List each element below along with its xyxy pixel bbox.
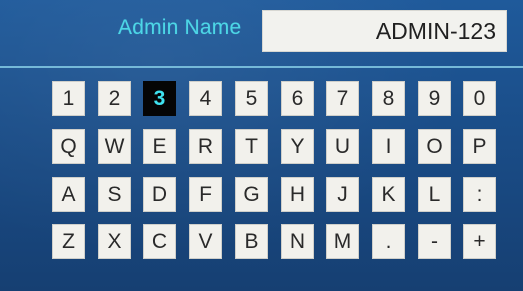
key-plus[interactable]: +	[463, 224, 496, 259]
key-n[interactable]: N	[281, 224, 314, 259]
key-q[interactable]: Q	[52, 129, 85, 164]
key-l[interactable]: L	[418, 177, 451, 212]
on-screen-keyboard: 1 2 3 4 5 6 7 8 9 0 Q W E R T Y U I O P A S D F G H J K L: Z X C V B N M. - +	[52, 81, 507, 281]
key-h[interactable]: H	[281, 177, 314, 212]
key-t[interactable]: T	[235, 129, 268, 164]
key-e[interactable]: E	[143, 129, 176, 164]
key-m[interactable]: M	[326, 224, 359, 259]
key-o[interactable]: O	[418, 129, 451, 164]
key-x[interactable]: X	[98, 224, 131, 259]
key-2[interactable]: 2	[98, 81, 131, 116]
key-7[interactable]: 7	[326, 81, 359, 116]
key-3[interactable]: 3	[143, 81, 176, 116]
key-v[interactable]: V	[189, 224, 222, 259]
key-p[interactable]: P	[463, 129, 496, 164]
key-u[interactable]: U	[326, 129, 359, 164]
key-0[interactable]: 0	[463, 81, 496, 116]
key-minus[interactable]: -	[418, 224, 451, 259]
key-5[interactable]: 5	[235, 81, 268, 116]
key-i[interactable]: I	[372, 129, 405, 164]
key-j[interactable]: J	[326, 177, 359, 212]
key-f[interactable]: F	[189, 177, 222, 212]
key-1[interactable]: 1	[52, 81, 85, 116]
key-k[interactable]: K	[372, 177, 405, 212]
key-w[interactable]: W	[98, 129, 131, 164]
key-c[interactable]: C	[143, 224, 176, 259]
key-6[interactable]: 6	[281, 81, 314, 116]
header-divider	[0, 66, 523, 68]
key-a[interactable]: A	[52, 177, 85, 212]
key-9[interactable]: 9	[418, 81, 451, 116]
key-colon[interactable]: :	[463, 177, 496, 212]
key-d[interactable]: D	[143, 177, 176, 212]
key-r[interactable]: R	[189, 129, 222, 164]
key-4[interactable]: 4	[189, 81, 222, 116]
admin-name-entry-screen: Admin Name ADMIN-123 1234567890 QWERTYUIO…	[0, 0, 523, 291]
admin-name-label: Admin Name	[118, 16, 242, 39]
key-z[interactable]: Z	[52, 224, 85, 259]
key-b[interactable]: B	[235, 224, 268, 259]
key-8[interactable]: 8	[372, 81, 405, 116]
key-g[interactable]: G	[235, 177, 268, 212]
key-s[interactable]: S	[98, 177, 131, 212]
header: Admin Name ADMIN-123	[0, 0, 523, 66]
key-period[interactable]: .	[372, 224, 405, 259]
admin-name-field[interactable]: ADMIN-123	[262, 10, 507, 52]
key-y[interactable]: Y	[281, 129, 314, 164]
